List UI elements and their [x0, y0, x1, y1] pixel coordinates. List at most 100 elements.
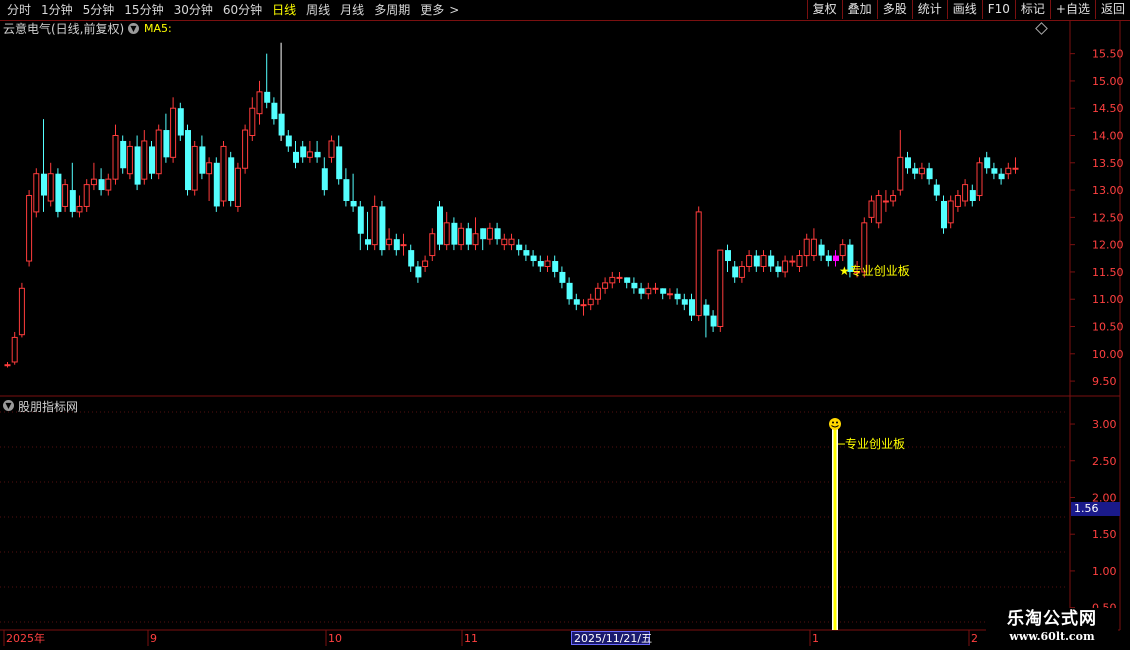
- candle-body: [933, 184, 940, 196]
- candle-body: [941, 200, 947, 229]
- candle-body: [508, 238, 515, 246]
- candle-body: [839, 244, 846, 257]
- candle-body: [69, 190, 76, 212]
- candle-body: [458, 227, 465, 246]
- signal-label: 专业创业板: [845, 436, 905, 451]
- indicator-title[interactable]: 股朋指标网: [18, 398, 78, 415]
- candle-body: [170, 107, 177, 158]
- candle-body: [818, 244, 825, 256]
- smiley-icon: [829, 418, 841, 431]
- candle-body: [984, 157, 991, 169]
- candle-body: [264, 91, 271, 103]
- price-axis-label: 11.00: [1092, 293, 1124, 306]
- candle-body: [890, 195, 897, 202]
- candle-body: [645, 287, 652, 295]
- candle-body: [602, 282, 609, 289]
- candle-body: [689, 299, 695, 316]
- candle-body: [782, 260, 789, 273]
- candle-body: [732, 266, 739, 278]
- candle-body: [400, 244, 407, 247]
- candle-body: [185, 130, 191, 191]
- signal-bar-core: [833, 424, 837, 630]
- watermark-title: 乐淘公式网: [1007, 609, 1097, 629]
- candle-body: [149, 146, 155, 174]
- candle-body: [587, 298, 594, 306]
- candle-body: [386, 238, 393, 246]
- candle-body: [62, 184, 69, 207]
- candle-body: [365, 239, 371, 245]
- candle-body: [768, 255, 775, 267]
- candle-body: [875, 195, 882, 224]
- candle-body: [271, 102, 278, 120]
- watermark-url: www.60lt.com: [1009, 630, 1095, 643]
- candle-body: [609, 276, 616, 284]
- candle-body: [703, 304, 710, 316]
- date-axis-label: 1: [812, 632, 819, 645]
- candle-body: [306, 151, 313, 158]
- candle-body: [969, 190, 976, 201]
- candle-body: [912, 168, 919, 174]
- candle-body: [415, 266, 422, 278]
- candle-body: [443, 222, 450, 246]
- candle-body: [926, 168, 933, 180]
- candle-body: [163, 130, 170, 158]
- price-axis-label: 10.00: [1092, 348, 1124, 361]
- sub-axis-label: 1.50: [1092, 528, 1117, 541]
- candle-body: [112, 135, 119, 180]
- candle-body: [191, 145, 198, 191]
- candle-body: [141, 140, 148, 180]
- price-axis-label: 12.00: [1092, 239, 1124, 252]
- candle-body: [833, 255, 839, 262]
- candle-body: [83, 184, 90, 207]
- price-axis-label: 14.00: [1092, 130, 1124, 143]
- candle-body: [47, 173, 54, 202]
- price-axis-label: 13.50: [1092, 157, 1124, 170]
- candle-body: [155, 129, 162, 175]
- candle-body: [753, 255, 760, 267]
- candle-body: [594, 287, 601, 300]
- candle-body: [465, 228, 472, 245]
- candle-body: [537, 261, 544, 267]
- candle-body: [105, 178, 112, 191]
- chevron-down-icon[interactable]: ▼: [3, 400, 14, 411]
- candle-body: [11, 336, 18, 363]
- candle-body: [652, 287, 659, 290]
- candle-body: [825, 255, 832, 262]
- candle-body: [472, 233, 479, 246]
- selected-date: 2025/11/21/五: [571, 631, 652, 645]
- candle-body: [206, 162, 213, 175]
- sub-axis-label: 1.00: [1092, 565, 1117, 578]
- candle-body: [41, 173, 47, 196]
- candle-body: [666, 293, 673, 296]
- candle-body: [336, 146, 343, 180]
- candle-body: [328, 140, 335, 158]
- candle-body: [321, 168, 328, 191]
- candle-body: [486, 227, 493, 240]
- candle-body: [1005, 167, 1012, 175]
- candle-body: [882, 200, 889, 203]
- candle-body: [738, 265, 745, 278]
- candle-body: [523, 250, 530, 256]
- candle-body: [559, 271, 566, 283]
- candle-body: [660, 288, 667, 294]
- candle-body: [256, 91, 263, 115]
- candle-body: [991, 168, 998, 174]
- smiley-eye: [832, 421, 834, 424]
- candle-body: [717, 249, 724, 328]
- candle-body: [357, 206, 364, 234]
- kline-chart[interactable]: ★专业创业板 15.5015.0014.5014.0013.5013.0012.…: [0, 0, 1130, 650]
- candle-body: [393, 239, 400, 251]
- candle-body: [90, 178, 97, 186]
- candle-body: [300, 146, 307, 158]
- candle-body: [285, 135, 292, 147]
- candle-body: [746, 255, 753, 267]
- cursor-value-box: 1.56: [1071, 502, 1120, 516]
- candle-body: [796, 255, 803, 267]
- candle-body: [616, 276, 623, 279]
- candle-body: [408, 250, 415, 267]
- candle-body: [674, 293, 681, 300]
- candle-body: [18, 287, 25, 336]
- candle-body: [962, 184, 969, 202]
- candle-body: [480, 228, 487, 240]
- candle-body: [775, 266, 782, 272]
